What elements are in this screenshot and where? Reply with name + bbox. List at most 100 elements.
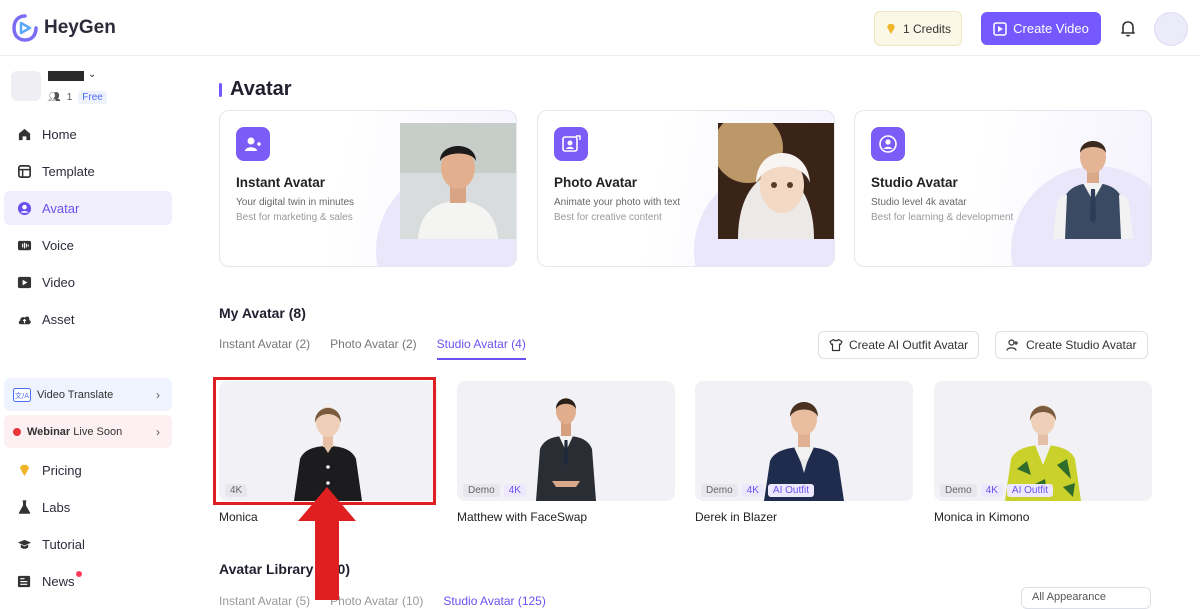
workspace-avatar[interactable] <box>11 71 41 101</box>
sidebar-item-asset[interactable]: Asset <box>4 302 172 336</box>
shirt-icon <box>829 338 843 352</box>
sidebar-item-template[interactable]: Template <box>4 154 172 188</box>
page-title: Avatar <box>219 78 292 101</box>
sidebar-item-home[interactable]: Home <box>4 117 172 151</box>
avatar-card-monica-kimono[interactable]: Demo 4K AI Outfit <box>934 381 1152 501</box>
avatar-name[interactable]: Matthew with FaceSwap <box>457 510 587 524</box>
studio-avatar-icon <box>871 127 905 161</box>
diamond-icon <box>886 23 895 34</box>
video-translate-label: Video Translate <box>37 388 114 401</box>
tag-ai-outfit: AI Outfit <box>1006 484 1054 497</box>
card-description: Studio level 4k avatar <box>871 197 967 208</box>
instant-avatar-card[interactable]: Instant Avatar Your digital twin in minu… <box>219 110 517 267</box>
instant-avatar-preview-image <box>400 123 516 239</box>
member-count: 1 <box>66 92 73 103</box>
notification-bell-icon[interactable] <box>1118 18 1138 38</box>
sidebar-item-avatar[interactable]: Avatar <box>4 191 172 225</box>
sidebar: ⌄ 👥︎ 1 Free Home Template Avatar Voice V… <box>0 56 180 600</box>
red-arrow-annotation-icon <box>298 487 356 600</box>
sidebar-item-video[interactable]: Video <box>4 265 172 299</box>
tag-4k: 4K <box>741 484 764 497</box>
logo-text: HeyGen <box>44 17 116 38</box>
graduation-cap-icon <box>17 539 32 549</box>
card-subdescription: Best for creative content <box>554 212 662 223</box>
template-icon <box>18 164 31 178</box>
sidebar-item-label: News <box>42 573 75 589</box>
card-title: Studio Avatar <box>871 175 958 190</box>
card-description: Animate your photo with text <box>554 197 681 208</box>
sidebar-item-label: Asset <box>42 311 75 327</box>
sidebar-item-news[interactable]: News <box>4 564 172 598</box>
top-bar: HeyGen 1 Credits Create Video <box>0 0 1200 56</box>
page-title-text: Avatar <box>230 78 292 100</box>
avatar-card-derek[interactable]: Demo 4K AI Outfit <box>695 381 913 501</box>
video-translate-promo[interactable]: 文/A Video Translate › <box>4 378 172 411</box>
sidebar-item-label: Home <box>42 126 77 142</box>
tag-4k: 4K <box>503 484 526 497</box>
heygen-logo-icon <box>12 14 38 42</box>
library-tab-studio-avatar[interactable]: Studio Avatar (125) <box>443 594 546 608</box>
video-icon <box>17 276 32 288</box>
create-studio-label: Create Studio Avatar <box>1026 338 1137 352</box>
card-title: Instant Avatar <box>236 175 326 190</box>
create-studio-avatar-button[interactable]: Create Studio Avatar <box>995 331 1148 359</box>
svg-text:文/A: 文/A <box>15 391 29 400</box>
news-icon <box>17 575 31 587</box>
instant-avatar-icon <box>236 127 270 161</box>
create-ai-outfit-label: Create AI Outfit Avatar <box>849 338 969 352</box>
sidebar-item-label: Avatar <box>42 200 80 216</box>
sidebar-item-label: Voice <box>42 237 74 253</box>
credits-button[interactable]: 1 Credits <box>874 11 962 46</box>
chevron-right-icon: › <box>156 387 160 402</box>
create-video-button[interactable]: Create Video <box>981 12 1101 45</box>
credits-label: 1 Credits <box>902 21 952 36</box>
library-tabs: Instant Avatar (5) Photo Avatar (10) Stu… <box>219 594 546 608</box>
user-avatar[interactable] <box>1154 12 1188 46</box>
appearance-filter-select[interactable]: All Appearance <box>1021 587 1151 609</box>
avatar-name[interactable]: Derek in Blazer <box>695 510 777 524</box>
sidebar-item-label: Tutorial <box>42 536 85 552</box>
chevron-down-icon[interactable]: ⌄ <box>88 69 96 80</box>
flask-icon <box>18 499 31 514</box>
avatar-icon <box>17 201 32 215</box>
tag-4k: 4K <box>980 484 1003 497</box>
studio-avatar-preview-image <box>1053 141 1133 239</box>
avatar-name[interactable]: Monica in Kimono <box>934 510 1029 524</box>
workspace-name-redacted[interactable] <box>48 71 84 81</box>
home-icon <box>18 128 31 140</box>
photo-avatar-card[interactable]: Photo Avatar Animate your photo with tex… <box>537 110 835 267</box>
tab-instant-avatar[interactable]: Instant Avatar (2) <box>219 337 310 360</box>
avatar-tags: Demo 4K AI Outfit <box>701 484 815 497</box>
webinar-label: Webinar Live Soon <box>27 426 122 438</box>
photo-avatar-preview-image <box>718 123 834 239</box>
members-icon: 👥︎ <box>48 92 61 103</box>
tab-studio-avatar[interactable]: Studio Avatar (4) <box>436 337 526 360</box>
translate-icon: 文/A <box>13 387 31 402</box>
tab-photo-avatar[interactable]: Photo Avatar (2) <box>330 337 417 360</box>
matthew-avatar-image <box>536 398 596 501</box>
tag-demo: Demo <box>940 484 977 497</box>
workspace-meta: 👥︎ 1 Free <box>48 91 107 104</box>
new-indicator-dot <box>76 571 82 577</box>
tag-demo: Demo <box>463 484 500 497</box>
studio-avatar-card[interactable]: Studio Avatar Studio level 4k avatar Bes… <box>854 110 1152 267</box>
cloud-icon <box>18 315 31 324</box>
tag-demo: Demo <box>701 484 738 497</box>
video-play-icon <box>993 21 1007 36</box>
voice-icon <box>17 240 32 250</box>
sidebar-item-voice[interactable]: Voice <box>4 228 172 262</box>
avatar-name[interactable]: Monica <box>219 510 258 524</box>
diamond-icon <box>19 464 30 476</box>
avatar-card-matthew[interactable]: Demo 4K <box>457 381 675 501</box>
sidebar-item-pricing[interactable]: Pricing <box>4 453 172 487</box>
sidebar-item-label: Pricing <box>42 462 82 478</box>
sidebar-item-labs[interactable]: Labs <box>4 490 172 524</box>
webinar-bold: Webinar <box>27 425 71 438</box>
webinar-promo[interactable]: Webinar Live Soon › <box>4 415 172 448</box>
plan-badge: Free <box>78 91 107 104</box>
sidebar-item-label: Template <box>42 163 95 179</box>
create-video-label: Create Video <box>1013 21 1089 36</box>
sidebar-item-tutorial[interactable]: Tutorial <box>4 527 172 561</box>
create-ai-outfit-avatar-button[interactable]: Create AI Outfit Avatar <box>818 331 980 359</box>
heygen-logo[interactable]: HeyGen <box>12 14 116 42</box>
